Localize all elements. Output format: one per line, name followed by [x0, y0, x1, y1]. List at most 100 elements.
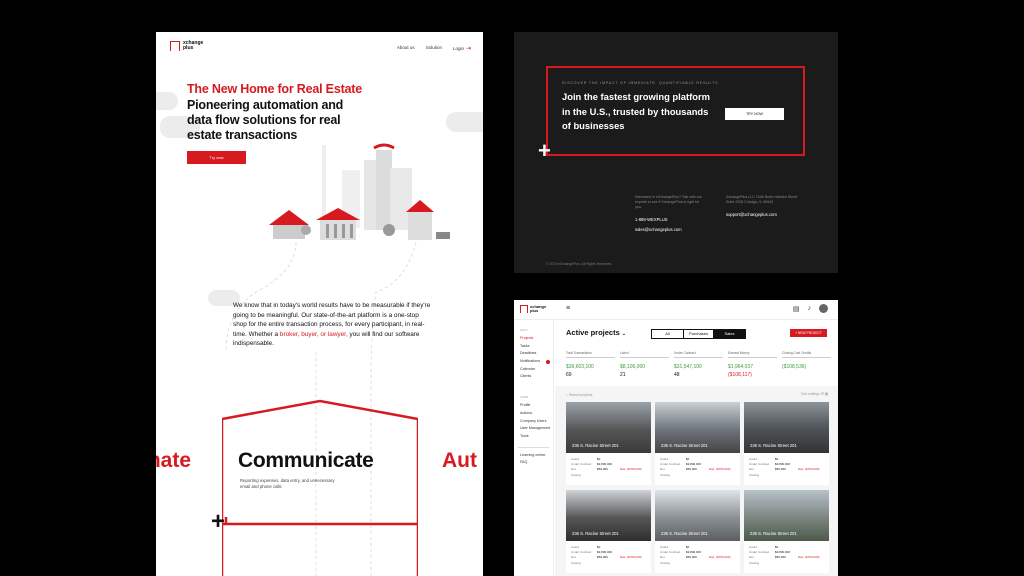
- list-view-icon[interactable]: ☰: [821, 392, 824, 396]
- document-icon[interactable]: ▤: [793, 305, 800, 313]
- stat-label: Earnest Money: [728, 351, 777, 358]
- new-project-button[interactable]: + NEW PROJECT: [790, 329, 827, 337]
- sidebar-item-learning-center[interactable]: Learning center: [514, 452, 553, 460]
- card-details: Listed $0 Under Contract $3,800,000 Net $50,0…: [566, 453, 651, 482]
- card-details: Listed $0 Under Contract $3,800,000 Net $50,0…: [655, 541, 740, 570]
- stat-count: 21: [620, 372, 626, 378]
- cta-try-now-button[interactable]: TRY NOW: [725, 108, 784, 120]
- logo[interactable]: xchange plus: [170, 40, 204, 51]
- footer-phone[interactable]: 1-888-WEXPLUS: [635, 217, 705, 222]
- sidebar-section-main: MAIN: [520, 328, 528, 332]
- mockup-stage: xchange plus About us Solution Login ⇥ T…: [0, 0, 1024, 576]
- stat-under-contract: Under Contract $31,547,100 48: [674, 351, 723, 378]
- property-address: 236 S. Racine Street 201: [572, 531, 619, 536]
- notification-badge: [546, 359, 550, 364]
- nav-solution[interactable]: Solution: [426, 45, 442, 52]
- nav-login[interactable]: Login ⇥: [453, 45, 471, 52]
- sidebar-item-calendar[interactable]: Calendar: [514, 366, 553, 374]
- top-bar: xchange plus ≡ ▤ ♪: [514, 300, 838, 320]
- footer-contact-text: Interested in eXchangePlus? Talk with ou…: [635, 195, 702, 209]
- sidebar-item-clients[interactable]: Clients: [514, 373, 553, 381]
- login-label: Login: [452, 46, 464, 51]
- cloud-decoration: [156, 92, 178, 110]
- search-placeholder: Search projects: [568, 393, 593, 397]
- hero-heading: The New Home for Real Estate: [187, 82, 363, 96]
- card-details: Listed $0 Under Contract $3,800,000 Net $50,0…: [566, 541, 651, 570]
- sidebar-item-actions[interactable]: Actions: [514, 410, 553, 418]
- page-title[interactable]: Active projects ⌄: [566, 328, 626, 337]
- project-card[interactable]: 236 S. Racine Street 201 Listed $0 Under Co…: [744, 402, 829, 485]
- sidebar-section-user: USER: [520, 395, 529, 400]
- login-arrow-icon: ⇥: [465, 46, 471, 52]
- footer-sales-email[interactable]: sales@xchangeplus.com: [635, 227, 705, 232]
- stat-total-transactions: Total Transactions $39,603,100 69: [566, 351, 615, 378]
- stat-closing-cost-credits: Closing Cost Credits ($108,536): [782, 351, 831, 378]
- footer-address: XchangePlus LLC 1006 North Halsted Stree…: [726, 195, 798, 204]
- sidebar-item-deadlines[interactable]: Deadlines: [514, 350, 553, 358]
- tab-sales[interactable]: Sales: [714, 330, 745, 338]
- stat-count: 69: [566, 372, 572, 378]
- card-value: $50,000: [686, 555, 697, 560]
- hamburger-menu-icon[interactable]: ≡: [566, 305, 570, 312]
- property-photo: 236 S. Racine Street 201: [655, 490, 740, 541]
- card-due: Due: ($750,000): [619, 555, 642, 560]
- house-logo-icon: [520, 305, 528, 313]
- sidebar-item-projects[interactable]: Projects: [514, 335, 553, 343]
- projects-grid: ⌕ Search projects Sort settings ☰ ▦ 236 …: [555, 386, 838, 576]
- property-address: 236 S. Racine Street 201: [750, 443, 797, 448]
- footer-support-email[interactable]: support@xchangeplus.com: [726, 212, 806, 217]
- card-label: Closing: [571, 560, 582, 565]
- search-input[interactable]: ⌕ Search projects: [566, 393, 592, 397]
- project-card[interactable]: 236 S. Racine Street 201 Listed $0 Under Co…: [655, 490, 740, 573]
- slider-word-right[interactable]: Aut: [442, 449, 477, 473]
- tab-all[interactable]: All: [652, 330, 683, 338]
- project-card[interactable]: 236 S. Racine Street 201 Listed $0 Under Co…: [566, 402, 651, 485]
- property-address: 236 S. Racine Street 201: [572, 443, 619, 448]
- house-logo-icon: [170, 41, 180, 51]
- intro-paragraph: We know that in today's world results ha…: [233, 301, 433, 349]
- card-details: Listed $0 Under Contract $3,800,000 Net $50,0…: [744, 453, 829, 482]
- chevron-down-icon: ⌄: [621, 331, 627, 337]
- property-photo: 236 S. Racine Street 201: [655, 402, 740, 453]
- sidebar-item-tools[interactable]: Tools: [514, 433, 553, 441]
- sidebar-item-faq[interactable]: FAQ: [514, 459, 553, 467]
- sidebar: MAIN Projects Tasks Deadlines Notificati…: [514, 320, 554, 576]
- sort-settings[interactable]: Sort settings: [801, 392, 820, 396]
- card-label: Closing: [749, 560, 760, 565]
- footer-address-column: XchangePlus LLC 1006 North Halsted Stree…: [726, 195, 806, 217]
- slider-word-left[interactable]: mate: [156, 449, 191, 473]
- sidebar-item-notifications[interactable]: Notifications: [514, 358, 553, 366]
- sidebar-item-tasks[interactable]: Tasks: [514, 343, 553, 351]
- footer-contact-column: Interested in eXchangePlus? Talk with ou…: [635, 195, 705, 232]
- property-photo: 236 S. Racine Street 201: [744, 490, 829, 541]
- stat-value: $1,964,037: [728, 364, 754, 370]
- page-title-text: Active projects: [566, 328, 620, 337]
- stat-count: 48: [674, 372, 680, 378]
- card-details: Listed $0 Under Contract $3,800,000 Net $50,0…: [744, 541, 829, 570]
- try-now-button[interactable]: Try now: [187, 151, 246, 164]
- cloud-decoration: [446, 112, 483, 132]
- tab-purchases[interactable]: Purchases: [683, 330, 714, 338]
- project-card[interactable]: 236 S. Racine Street 201 Listed $0 Under Co…: [744, 490, 829, 573]
- card-label: Closing: [660, 472, 671, 477]
- stat-label: Closing Cost Credits: [782, 351, 831, 358]
- brand-name: xchange plus: [183, 40, 204, 51]
- sidebar-item-profile[interactable]: Profile: [514, 402, 553, 410]
- bell-icon[interactable]: ♪: [808, 305, 812, 312]
- stat-listed: Listed $8,106,000 21: [620, 351, 669, 378]
- property-photo: 236 S. Racine Street 201: [566, 490, 651, 541]
- project-card[interactable]: 236 S. Racine Street 201 Listed $0 Under Co…: [566, 490, 651, 573]
- sidebar-item-user-management[interactable]: User Management: [514, 425, 553, 433]
- stat-earnest-money: Earnest Money $1,964,037 ($108,117): [728, 351, 777, 378]
- top-nav: About us Solution Login ⇥: [397, 45, 471, 52]
- logo[interactable]: xchange plus: [520, 305, 546, 313]
- project-card[interactable]: 236 S. Racine Street 201 Listed $0 Under Co…: [655, 402, 740, 485]
- card-due: Due: ($750,000): [708, 467, 731, 472]
- sidebar-item-company-users[interactable]: Company Users: [514, 418, 553, 426]
- slider-word-active[interactable]: Communicate: [238, 449, 374, 473]
- dashboard-app: xchange plus ≡ ▤ ♪ MAIN Projects Tasks D…: [514, 300, 838, 576]
- grid-view-icon[interactable]: ▦: [825, 392, 828, 396]
- nav-about[interactable]: About us: [397, 45, 415, 52]
- avatar[interactable]: [819, 304, 828, 313]
- card-label: Closing: [660, 560, 671, 565]
